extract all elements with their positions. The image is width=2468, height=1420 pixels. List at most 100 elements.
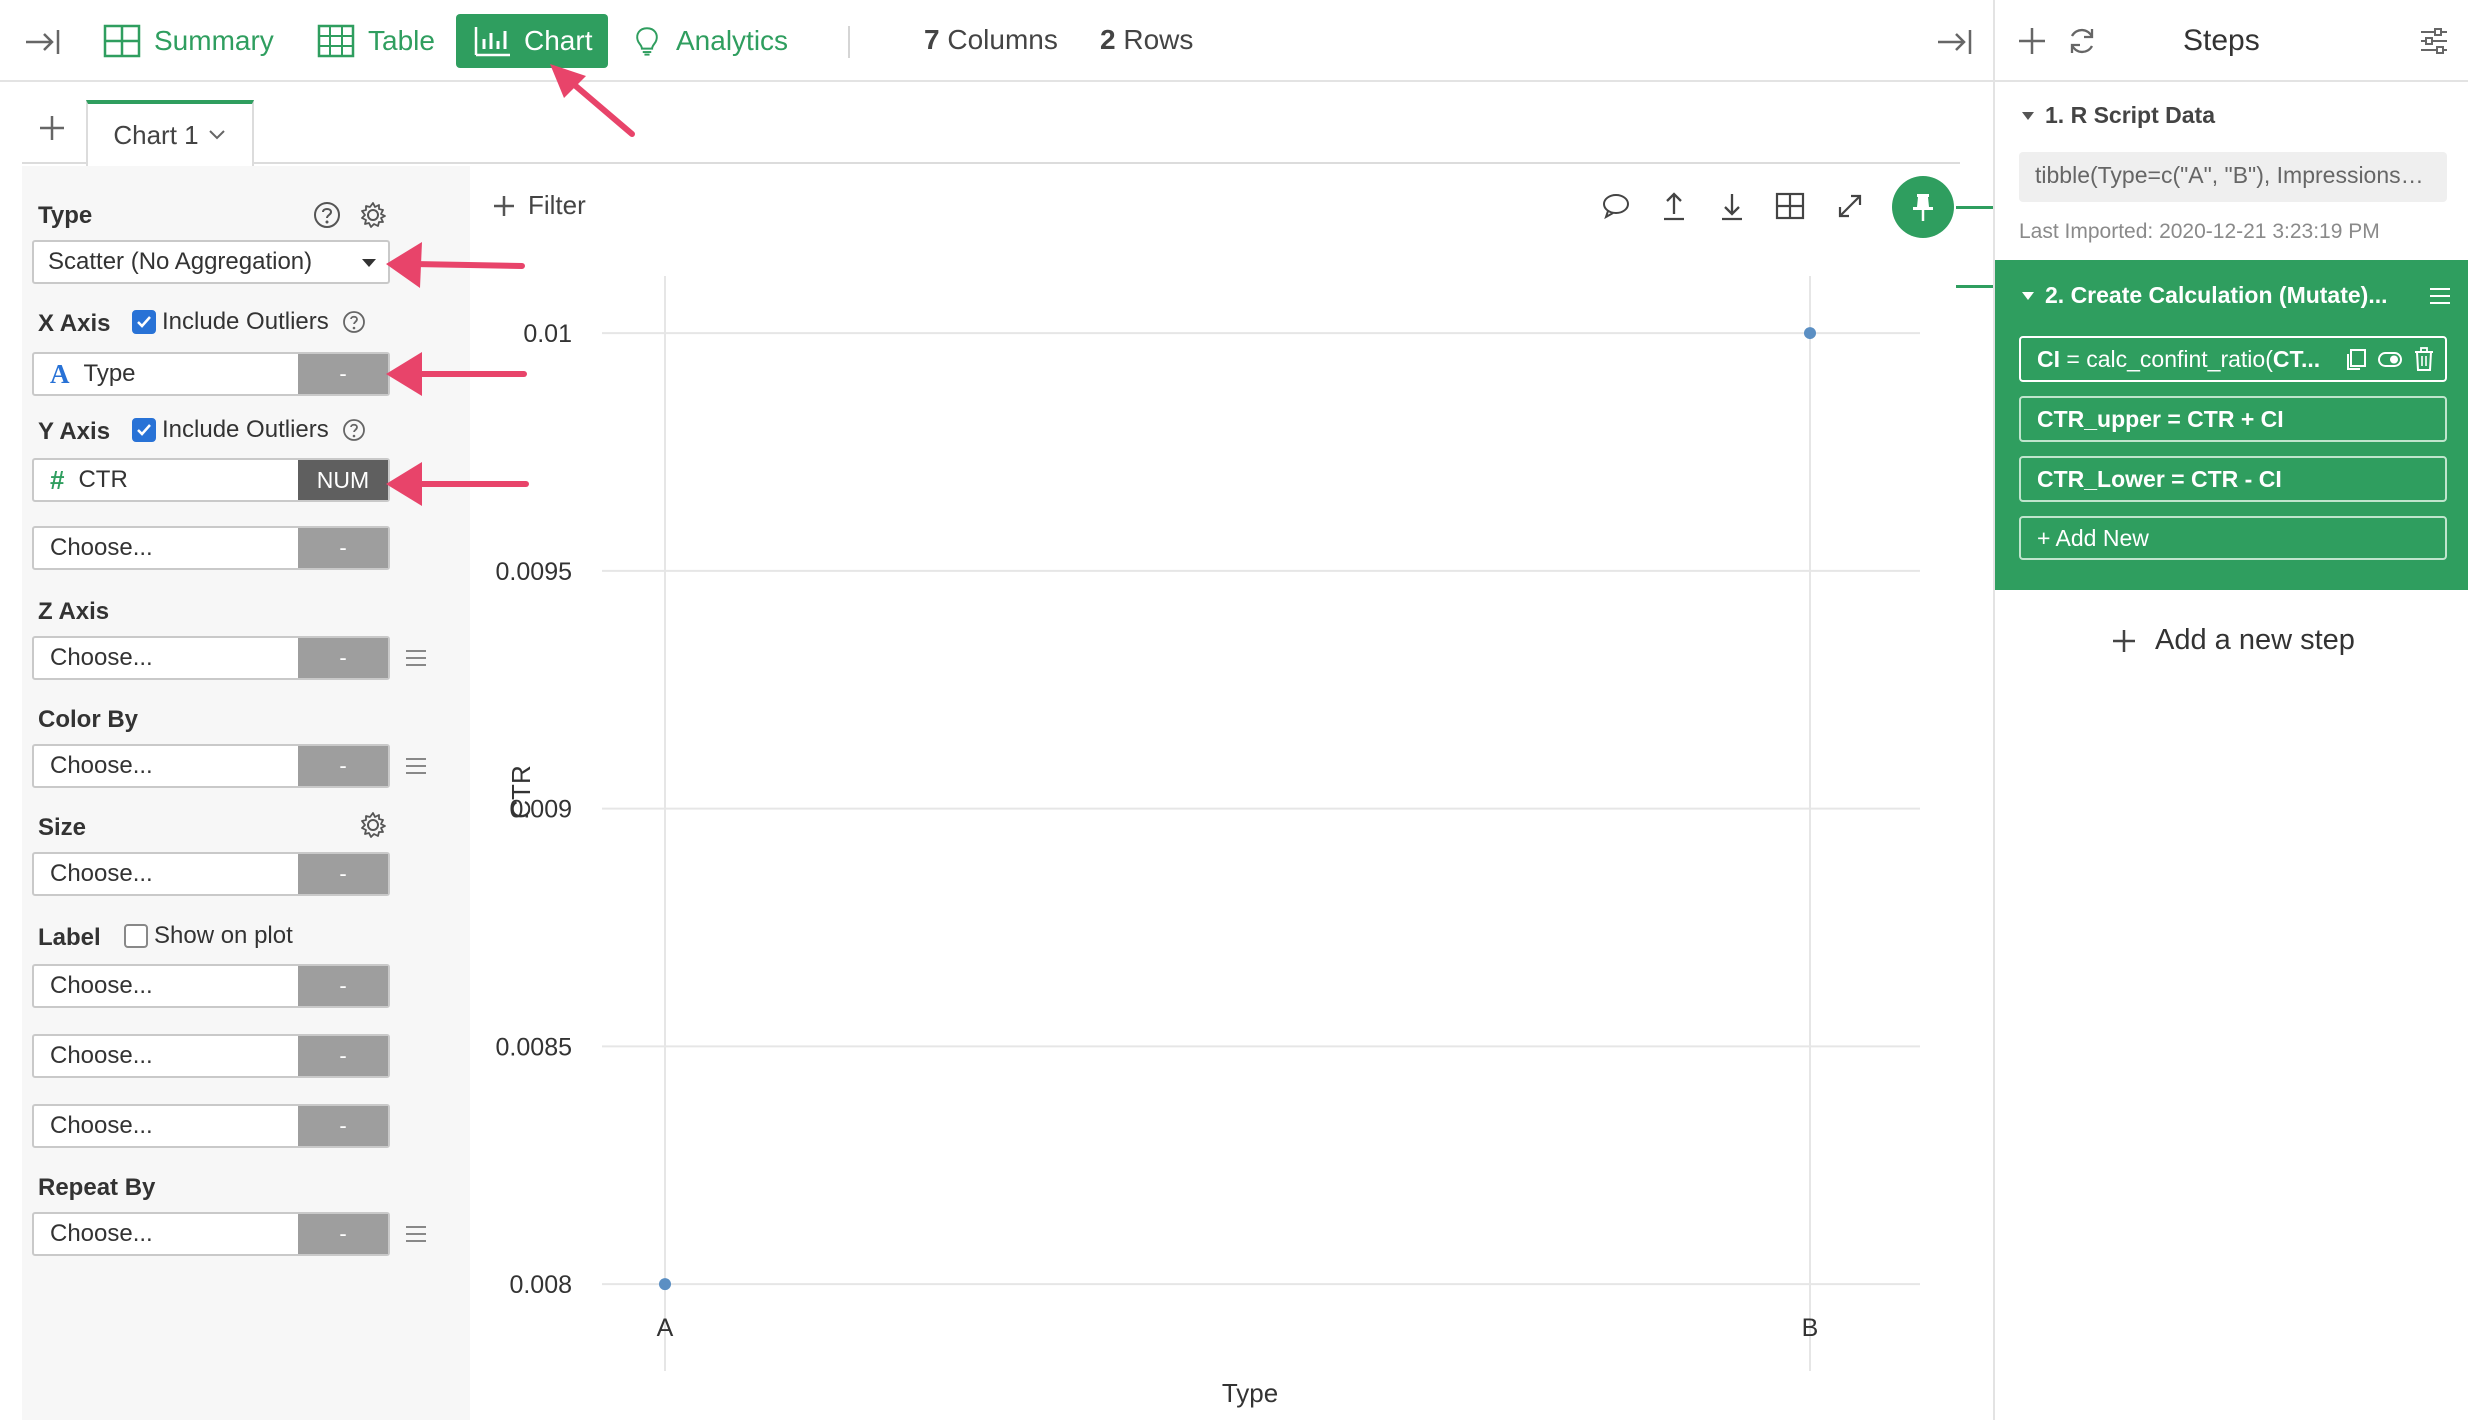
step-1-header[interactable]: 1. R Script Data (2021, 102, 2215, 129)
calc-ctr-lower: CTR_Lower = CTR - CI (2037, 466, 2282, 492)
type-label: Type (38, 202, 93, 229)
tab-table-label: Table (368, 25, 435, 56)
repeat-by-label: Repeat By (38, 1174, 156, 1201)
x-axis-column-field[interactable]: A Type - (32, 352, 390, 396)
show-on-plot-label: Show on plot (154, 922, 293, 949)
label-field-3-type-badge[interactable]: - (298, 1106, 388, 1146)
tab-analytics[interactable]: Analytics (614, 14, 804, 68)
add-new-step-button[interactable]: Add a new step (2111, 624, 2355, 657)
x-axis-title: Type (1222, 1378, 1278, 1408)
step-1-title: 1. R Script Data (2045, 102, 2215, 128)
numeric-type-icon: # (50, 464, 65, 495)
label-field-2[interactable]: Choose... - (32, 1034, 390, 1078)
refresh-icon[interactable] (2065, 24, 2099, 58)
z-axis-type-badge[interactable]: - (298, 638, 388, 678)
add-new-calculation-button[interactable]: + Add New (2019, 516, 2447, 560)
y-axis-type-badge[interactable]: NUM (298, 460, 388, 500)
add-step-icon[interactable] (2015, 24, 2049, 58)
steps-header: Steps (1995, 0, 2468, 82)
x-tick-label: A (657, 1314, 674, 1342)
repeat-by-field[interactable]: Choose... - (32, 1212, 390, 1256)
settings-sliders-icon[interactable] (2417, 24, 2451, 58)
z-axis-value: Choose... (50, 644, 153, 671)
step-1-last-imported: Last Imported: 2020-12-21 3:23:19 PM (2019, 220, 2380, 243)
repeat-by-type-badge[interactable]: - (298, 1214, 388, 1254)
filter-label: Filter (528, 190, 586, 220)
color-by-type-badge[interactable]: - (298, 746, 388, 786)
gear-icon[interactable] (358, 810, 388, 840)
show-on-plot-checkbox[interactable] (124, 924, 148, 948)
y-axis-label: Y Axis (38, 418, 111, 445)
label-field-1[interactable]: Choose... - (32, 964, 390, 1008)
character-type-icon: A (50, 358, 70, 389)
collapse-right-icon[interactable] (1934, 22, 1974, 62)
download-icon[interactable] (1714, 188, 1750, 224)
bar-chart-icon (474, 27, 510, 57)
calculation-item[interactable]: CTR_Lower = CTR - CI (2019, 456, 2447, 502)
summary-grid-icon (103, 24, 141, 58)
chevron-down-icon (208, 130, 225, 140)
label-field-3-value: Choose... (50, 1112, 153, 1139)
z-axis-field[interactable]: Choose... - (32, 636, 390, 680)
label-field-1-type-badge[interactable]: - (298, 966, 388, 1006)
chart-type-select[interactable]: Scatter (No Aggregation) (32, 240, 390, 284)
color-by-label: Color By (38, 706, 139, 733)
y-axis-extra-type-badge[interactable]: - (298, 528, 388, 568)
tab-summary[interactable]: Summary (86, 14, 290, 68)
step-2-header[interactable]: 2. Create Calculation (Mutate)... (2021, 282, 2421, 309)
calculation-item[interactable]: CI = calc_confint_ratio(CT... (2019, 336, 2447, 382)
y-include-outliers-checkbox[interactable] (132, 418, 156, 442)
menu-lines-icon[interactable] (402, 752, 430, 780)
color-by-field[interactable]: Choose... - (32, 744, 390, 788)
x-include-outliers-checkbox[interactable] (132, 310, 156, 334)
steps-panel: Steps 1. R Script Data tibble(Type=c("A"… (1993, 0, 2468, 1420)
scatter-point[interactable] (1804, 327, 1816, 340)
y-tick-label: 0.0095 (496, 558, 572, 586)
add-filter-button[interactable]: Filter (492, 190, 586, 221)
y-tick-label: 0.01 (523, 320, 572, 348)
size-type-badge[interactable]: - (298, 854, 388, 894)
step-1-code[interactable]: tibble(Type=c("A", "B"), Impressions=c(1… (2019, 152, 2447, 202)
y-axis-extra-field[interactable]: Choose... - (32, 526, 390, 570)
collapse-left-icon[interactable] (22, 22, 62, 62)
comment-icon[interactable] (1598, 188, 1634, 224)
scatter-point[interactable] (659, 1278, 671, 1291)
pin-button[interactable] (1892, 176, 1954, 238)
dashboard-grid-icon[interactable] (1772, 188, 1808, 224)
step-menu-icon[interactable] (2427, 284, 2453, 308)
gear-icon[interactable] (358, 200, 388, 230)
step-2-card[interactable]: 2. Create Calculation (Mutate)... CI = c… (1995, 260, 2468, 590)
tab-chart-1[interactable]: Chart 1 (86, 100, 254, 166)
tab-chart-label: Chart (524, 25, 593, 56)
size-field[interactable]: Choose... - (32, 852, 390, 896)
menu-lines-icon[interactable] (402, 1220, 430, 1248)
y-tick-label: 0.008 (509, 1271, 572, 1299)
x-tick-label: B (1802, 1314, 1819, 1342)
add-chart-icon[interactable] (38, 114, 66, 142)
label-field-3[interactable]: Choose... - (32, 1104, 390, 1148)
x-axis-type-badge[interactable]: - (298, 354, 388, 394)
expand-icon[interactable] (1832, 188, 1868, 224)
y-axis-column-field[interactable]: # CTR NUM (32, 458, 390, 502)
tab-table[interactable]: Table (300, 14, 451, 68)
help-icon[interactable] (341, 309, 367, 335)
help-icon[interactable] (312, 200, 342, 230)
x-axis-label: X Axis (38, 310, 111, 337)
label-field-2-type-badge[interactable]: - (298, 1036, 388, 1076)
caret-down-icon (362, 259, 376, 267)
menu-lines-icon[interactable] (402, 644, 430, 672)
trash-icon[interactable] (2411, 346, 2437, 372)
step-2-title: 2. Create Calculation (Mutate)... (2045, 282, 2388, 308)
copy-icon[interactable] (2343, 346, 2369, 372)
tab-summary-label: Summary (154, 25, 274, 56)
calculation-item[interactable]: CTR_upper = CTR + CI (2019, 396, 2447, 442)
annotation-arrow (386, 352, 527, 396)
toggle-icon[interactable] (2377, 346, 2403, 372)
table-icon (317, 24, 355, 58)
y-axis-column-value: CTR (78, 466, 128, 493)
calc-ci-expression: = calc_confint_ratio( (2060, 346, 2273, 372)
help-icon[interactable] (341, 417, 367, 443)
calc-ci-name: CI (2037, 346, 2060, 372)
calc-ctr-upper: CTR_upper = CTR + CI (2037, 406, 2284, 432)
upload-icon[interactable] (1656, 188, 1692, 224)
